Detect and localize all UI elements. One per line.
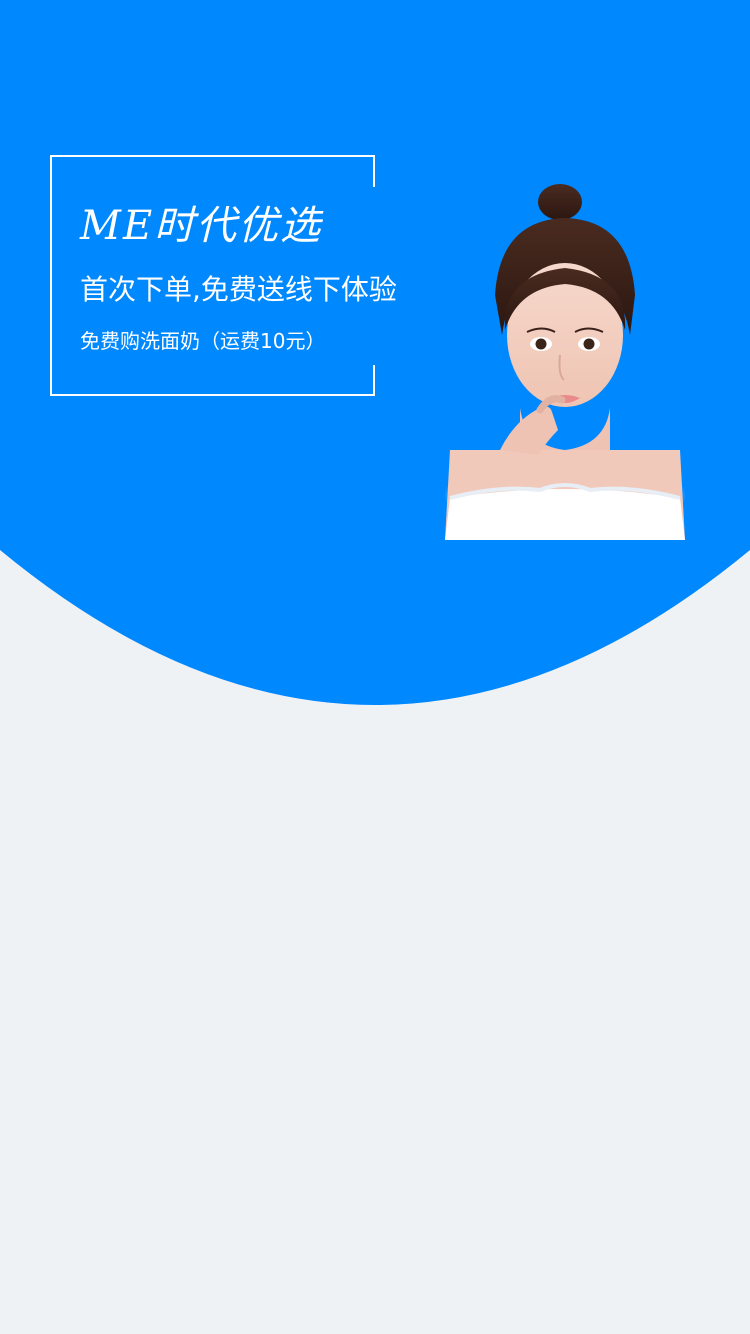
promo-headline: 首次下单,免费送线下体验 [80, 273, 397, 306]
brand-title: ME时代优选 [80, 203, 323, 249]
promo-subline: 免费购洗面奶（运费10元） [80, 329, 326, 353]
model-portrait-icon [445, 184, 685, 540]
